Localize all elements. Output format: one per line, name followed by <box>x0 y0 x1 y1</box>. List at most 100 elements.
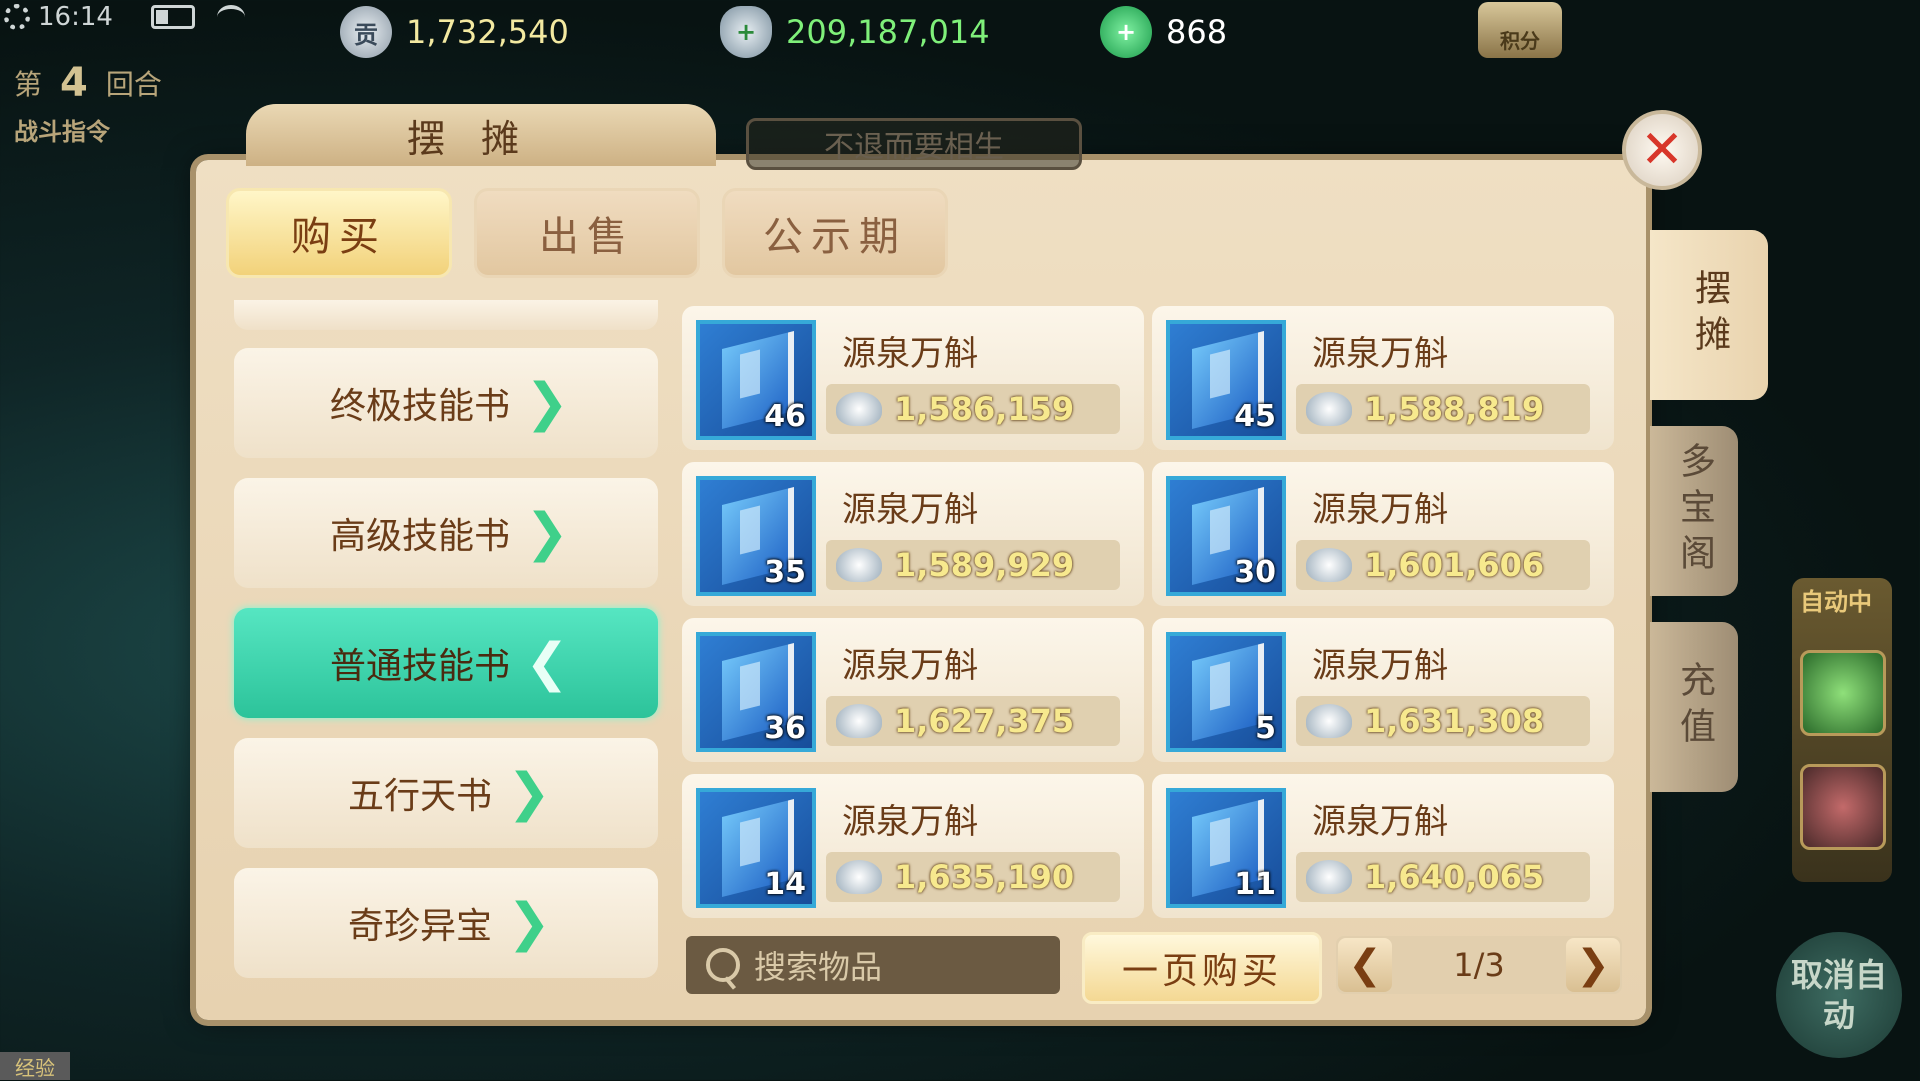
category-label: 奇珍异宝 <box>347 906 492 947</box>
tab-publicity[interactable]: 公示期 <box>722 188 948 278</box>
auto-status-label: 自动中 <box>1800 588 1872 616</box>
round-suffix: 回合 <box>105 68 162 101</box>
skill-icon-1[interactable] <box>1800 650 1886 736</box>
skill-book-icon: 45 <box>1166 320 1286 440</box>
side-tabs: 摆摊 多宝阁 充值 <box>1650 230 1768 792</box>
silver-ingot-icon <box>836 392 882 426</box>
wifi-icon <box>216 5 245 29</box>
panel-title: 摆摊 <box>246 104 716 166</box>
category-label: 高级技能书 <box>329 516 510 557</box>
status-bar: 16:14 <box>4 2 245 32</box>
side-tab-treasure[interactable]: 多宝阁 <box>1650 426 1738 596</box>
side-tab-recharge[interactable]: 充值 <box>1650 622 1738 792</box>
silver-currency: 贡 1,732,540 <box>340 6 569 58</box>
skill-book-icon: 14 <box>696 788 816 908</box>
item-quantity: 45 <box>1234 399 1276 434</box>
clock: 16:14 <box>38 2 113 32</box>
category-list-top <box>234 300 658 330</box>
cancel-auto-button[interactable]: 取消自动 <box>1776 932 1902 1058</box>
skill-book-icon: 30 <box>1166 476 1286 596</box>
item-quantity: 5 <box>1255 711 1276 746</box>
silver-ingot-icon <box>1306 860 1352 894</box>
price-box: 1,635,190 <box>826 852 1120 902</box>
skill-book-icon: 35 <box>696 476 816 596</box>
gear-icon[interactable] <box>4 4 30 30</box>
category-list: 终极技能书 ❯ 高级技能书 ❯ 普通技能书 ❮ 五行天书 ❯ 奇珍异宝 ❯ <box>234 300 658 998</box>
item-quantity: 11 <box>1234 867 1276 902</box>
price-box: 1,589,929 <box>826 540 1120 590</box>
category-rare-treasure[interactable]: 奇珍异宝 ❯ <box>234 868 658 978</box>
price-box: 1,631,308 <box>1296 696 1590 746</box>
item-price: 1,589,929 <box>894 546 1075 584</box>
jade-plus-icon[interactable]: + <box>1100 6 1152 58</box>
tab-sell[interactable]: 出售 <box>474 188 700 278</box>
item-name: 源泉万斛 <box>842 334 978 374</box>
item-card[interactable]: 36 源泉万斛 1,627,375 <box>682 618 1144 762</box>
item-card[interactable]: 45 源泉万斛 1,588,819 <box>1152 306 1614 450</box>
close-button[interactable]: ✕ <box>1622 110 1702 190</box>
points-button[interactable]: 积分 <box>1478 2 1562 58</box>
item-price: 1,640,065 <box>1364 858 1545 896</box>
search-input[interactable]: 搜索物品 <box>686 936 1060 994</box>
item-card[interactable]: 35 源泉万斛 1,589,929 <box>682 462 1144 606</box>
item-quantity: 36 <box>764 711 806 746</box>
silver-amount: 1,732,540 <box>406 13 569 51</box>
item-quantity: 14 <box>764 867 806 902</box>
prev-page-button[interactable]: ❮ <box>1338 938 1392 992</box>
item-price: 1,601,606 <box>1364 546 1545 584</box>
item-card[interactable]: 30 源泉万斛 1,601,606 <box>1152 462 1614 606</box>
item-price: 1,588,819 <box>1364 390 1545 428</box>
category-five-elements-book[interactable]: 五行天书 ❯ <box>234 738 658 848</box>
top-bar: 16:14 贡 1,732,540 + 209,187,014 + 868 积分 <box>0 0 1920 64</box>
item-card[interactable]: 14 源泉万斛 1,635,190 <box>682 774 1144 918</box>
next-page-button[interactable]: ❯ <box>1566 938 1620 992</box>
item-quantity: 30 <box>1234 555 1276 590</box>
skill-book-icon: 11 <box>1166 788 1286 908</box>
item-name: 源泉万斛 <box>842 490 978 530</box>
pager: ❮ 1/3 ❯ <box>1336 936 1622 994</box>
item-name: 源泉万斛 <box>842 646 978 686</box>
item-name: 源泉万斛 <box>842 802 978 842</box>
buy-page-button[interactable]: 一页购买 <box>1082 932 1322 1004</box>
silver-ingot-icon <box>836 548 882 582</box>
silver-ingot-icon <box>836 860 882 894</box>
exp-label: 经验 <box>0 1052 70 1080</box>
skill-icon-2[interactable] <box>1800 764 1886 850</box>
battle-command[interactable]: 战斗指令 <box>14 112 110 147</box>
item-name: 源泉万斛 <box>1312 490 1448 530</box>
chevron-left-icon: ❮ <box>525 633 569 693</box>
item-card[interactable]: 46 源泉万斛 1,586,159 <box>682 306 1144 450</box>
item-card[interactable]: 11 源泉万斛 1,640,065 <box>1152 774 1614 918</box>
item-price: 1,635,190 <box>894 858 1075 896</box>
silver-ingot-plus-icon[interactable]: + <box>720 6 772 58</box>
category-ultimate-skill-book[interactable]: 终极技能书 ❯ <box>234 348 658 458</box>
search-icon <box>706 948 740 982</box>
round-indicator: 第 4 回合 <box>14 60 162 106</box>
round-number: 4 <box>60 60 88 106</box>
item-quantity: 35 <box>764 555 806 590</box>
item-name: 源泉万斛 <box>1312 646 1448 686</box>
chevron-right-icon: ❯ <box>507 893 551 953</box>
jade-currency[interactable]: + 868 <box>1100 6 1227 58</box>
side-tab-stall[interactable]: 摆摊 <box>1650 230 1768 400</box>
silver-ingot-icon <box>836 704 882 738</box>
ingot-amount: 209,187,014 <box>786 13 990 51</box>
tab-buy[interactable]: 购买 <box>226 188 452 278</box>
price-box: 1,640,065 <box>1296 852 1590 902</box>
ingot-currency[interactable]: + 209,187,014 <box>720 6 990 58</box>
category-normal-skill-book[interactable]: 普通技能书 ❮ <box>234 608 658 718</box>
silver-ingot-icon <box>1306 704 1352 738</box>
skill-book-icon: 36 <box>696 632 816 752</box>
category-advanced-skill-book[interactable]: 高级技能书 ❯ <box>234 478 658 588</box>
price-box: 1,586,159 <box>826 384 1120 434</box>
tab-bar: 购买 出售 公示期 <box>226 188 948 278</box>
item-name: 源泉万斛 <box>1312 802 1448 842</box>
silver-coin-icon: 贡 <box>340 6 392 58</box>
search-placeholder: 搜索物品 <box>754 948 883 986</box>
category-label: 普通技能书 <box>329 646 510 687</box>
chevron-right-icon: ❯ <box>525 373 569 433</box>
price-box: 1,601,606 <box>1296 540 1590 590</box>
item-card[interactable]: 5 源泉万斛 1,631,308 <box>1152 618 1614 762</box>
item-price: 1,627,375 <box>894 702 1075 740</box>
silver-ingot-icon <box>1306 548 1352 582</box>
